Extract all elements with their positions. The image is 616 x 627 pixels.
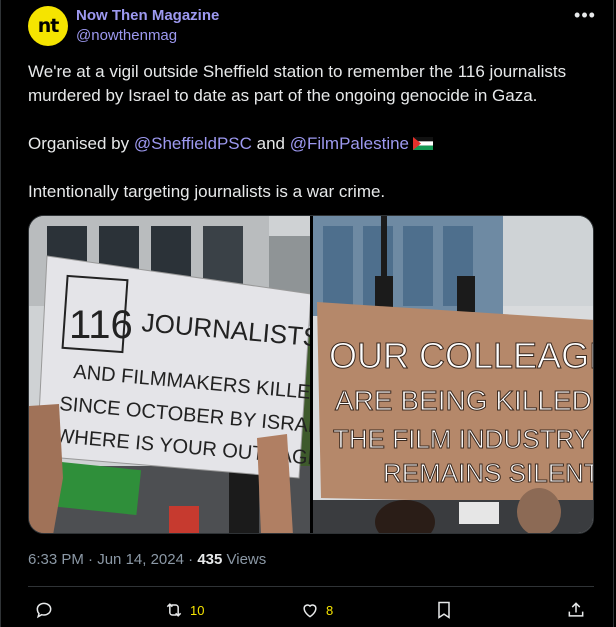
palestine-flag-icon — [413, 137, 434, 150]
right-sign-line-2: ARE BEING KILLED — [335, 385, 592, 416]
organised-by-text: Organised by — [28, 134, 134, 153]
bookmark-icon — [438, 601, 450, 619]
photo-right[interactable]: OUR COLLEAGES ARE BEING KILLED THE FILM … — [313, 216, 594, 534]
reply-button[interactable] — [34, 597, 54, 623]
views-count[interactable]: 435 — [197, 551, 222, 568]
tweet-line-3: Intentionally targeting journalists is a… — [28, 182, 386, 201]
meta-separator-2: · — [183, 551, 198, 568]
author-handle[interactable]: @nowthenmag — [76, 27, 177, 44]
retweet-button[interactable]: 10 — [164, 597, 204, 623]
tweet-line-1: We're at a vigil outside Sheffield stati… — [28, 62, 567, 105]
action-bar: 10 8 — [28, 597, 594, 623]
mention-sheffieldpsc[interactable]: @SheffieldPSC — [134, 134, 252, 153]
meta-separator: · — [83, 551, 98, 568]
avatar[interactable]: nt — [28, 6, 68, 46]
right-sign-line-1: OUR COLLEAGES — [329, 335, 594, 376]
tweet-time[interactable]: 6:33 PM — [28, 551, 84, 568]
retweet-count: 10 — [190, 602, 205, 618]
bookmark-button[interactable] — [434, 597, 454, 623]
tweet-meta: 6:33 PM · Jun 14, 2024 · 435 Views — [28, 551, 266, 568]
like-count: 8 — [326, 602, 334, 618]
tweet-text: We're at a vigil outside Sheffield stati… — [28, 60, 598, 228]
reply-icon — [36, 602, 52, 619]
heart-icon — [303, 604, 317, 618]
tweet-media[interactable]: 116 JOURNALISTS AND FILMMAKERS KILLED SI… — [28, 215, 594, 534]
retweet-icon — [166, 603, 182, 617]
right-sign-line-4: REMAINS SILENT — [383, 458, 594, 488]
tweet-line-2: Organised by @SheffieldPSC and @FilmPale… — [28, 132, 598, 156]
share-icon — [568, 602, 584, 617]
tweet-date[interactable]: Jun 14, 2024 — [97, 551, 184, 568]
like-button[interactable]: 8 — [300, 597, 333, 623]
left-sign-number: 116 — [69, 303, 133, 347]
mention-filmpalestine[interactable]: @FilmPalestine — [290, 134, 409, 153]
divider — [28, 586, 594, 587]
and-text: and — [251, 134, 290, 153]
more-icon[interactable]: ••• — [572, 6, 598, 28]
share-button[interactable] — [566, 597, 586, 623]
views-label: Views — [222, 551, 267, 568]
author-name[interactable]: Now Then Magazine — [76, 7, 219, 24]
right-sign-line-3: THE FILM INDUSTRY — [333, 424, 591, 454]
photo-left[interactable]: 116 JOURNALISTS AND FILMMAKERS KILLED SI… — [29, 216, 333, 534]
